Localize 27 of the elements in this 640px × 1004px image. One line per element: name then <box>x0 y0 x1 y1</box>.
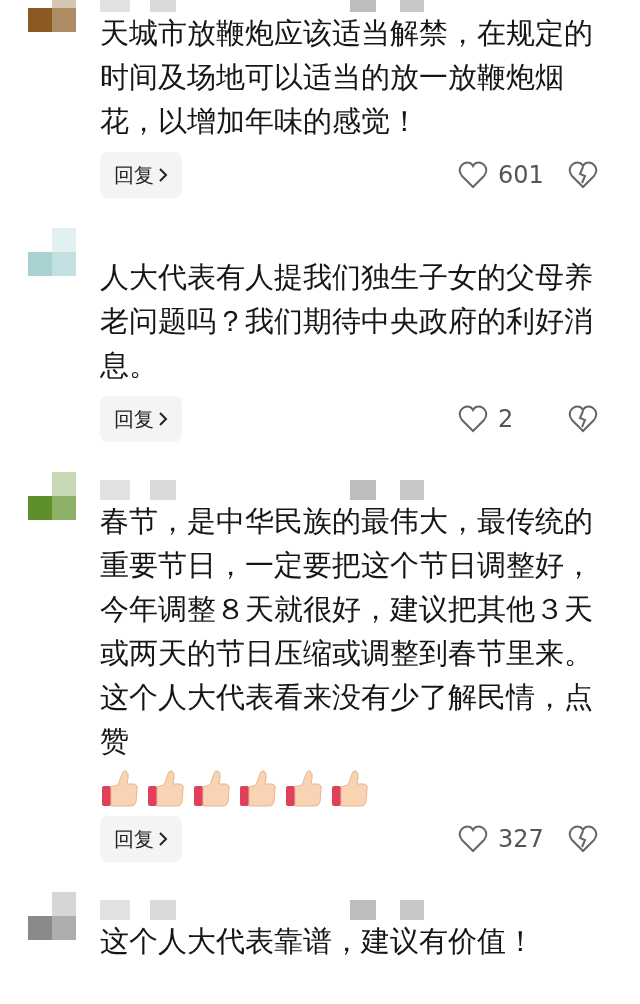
like-count: 2 <box>498 404 515 435</box>
broken-heart-icon[interactable] <box>568 160 598 190</box>
avatar[interactable] <box>28 472 76 520</box>
comment-text: 人大代表有人提我们独生子女的父母养老问题吗？我们期待中央政府的利好消息。 <box>100 260 594 384</box>
like-count: 601 <box>498 160 545 191</box>
thumbs-up-icon <box>192 768 232 808</box>
comment-text: 春节，是中华民族的最伟大，最传统的重要节日，一定要把这个节日调整好，今年调整８天就很好，建议把其他３天或两天的节日压缩或调整到春节里来。这个人大代表看来没有少了解民情，点赞 <box>100 504 594 760</box>
like-count: 327 <box>498 824 545 855</box>
chevron-icon <box>158 831 168 847</box>
comment-text: 天城市放鞭炮应该适当解禁，在规定的时间及场地可以适当的放一放鞭炮烟花，以增加年味的感觉！ <box>100 16 594 140</box>
reply-button[interactable]: 回复 <box>100 152 182 198</box>
heart-icon[interactable] <box>458 824 488 854</box>
heart-icon[interactable] <box>458 404 488 434</box>
broken-heart-icon[interactable] <box>568 404 598 434</box>
heart-icon[interactable] <box>458 160 488 190</box>
thumbs-up-icon <box>100 768 140 808</box>
reply-button[interactable]: 回复 <box>100 816 182 862</box>
chevron-icon <box>158 167 168 183</box>
thumbs-up-icon <box>146 768 186 808</box>
comment-text: 这个人大代表靠谱，建议有价值！ <box>100 924 536 960</box>
thumbs-up-icon <box>330 768 370 808</box>
broken-heart-icon[interactable] <box>568 824 598 854</box>
thumbs-up-icon <box>238 768 278 808</box>
chevron-icon <box>158 411 168 427</box>
avatar[interactable] <box>28 892 76 940</box>
thumbs-up-icon <box>284 768 324 808</box>
reply-button[interactable]: 回复 <box>100 396 182 442</box>
